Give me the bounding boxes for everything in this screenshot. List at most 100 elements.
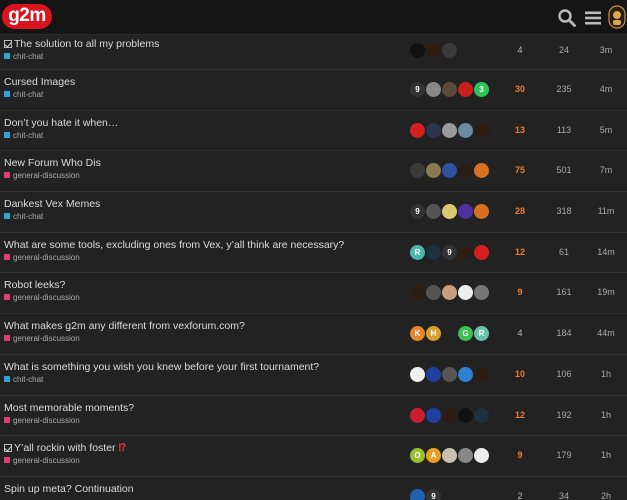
poster-avatar[interactable] — [426, 82, 441, 97]
category-badge[interactable]: chit-chat — [4, 52, 43, 61]
topic-row[interactable]: Most memorable moments? general-discussio… — [0, 396, 627, 437]
poster-avatar[interactable] — [426, 122, 441, 138]
category-badge[interactable]: chit-chat — [4, 131, 43, 140]
topic-row[interactable]: Y’all rockin with foster ⁉ general-discus… — [0, 436, 627, 477]
poster-avatar[interactable] — [442, 204, 457, 220]
poster-avatar[interactable] — [458, 244, 473, 260]
poster-avatar[interactable] — [410, 366, 425, 382]
last-activity[interactable]: 1h — [590, 450, 622, 460]
category-badge[interactable]: general-discussion — [4, 456, 80, 465]
poster-avatar[interactable] — [442, 448, 457, 464]
poster-avatar[interactable] — [474, 244, 489, 260]
last-activity[interactable]: 2h — [590, 491, 622, 500]
topic-title-link[interactable]: Cursed Images — [4, 76, 75, 88]
search-icon[interactable] — [557, 8, 577, 28]
poster-avatar[interactable] — [426, 204, 441, 220]
topic-row[interactable]: What makes g2m any different from vexfor… — [0, 314, 627, 355]
last-activity[interactable]: 7m — [590, 165, 622, 175]
topic-title-link[interactable]: Robot leeks? — [4, 279, 65, 291]
poster-avatar[interactable]: A — [426, 448, 441, 464]
poster-avatar[interactable] — [442, 407, 457, 423]
poster-avatar[interactable] — [474, 163, 489, 179]
topic-title-link[interactable]: Most memorable moments? — [4, 402, 134, 414]
poster-avatar[interactable] — [410, 407, 425, 423]
poster-avatar[interactable]: 9 — [410, 82, 425, 97]
poster-avatar[interactable] — [458, 366, 473, 382]
poster-avatar[interactable] — [410, 122, 425, 138]
poster-avatar[interactable] — [426, 244, 441, 260]
poster-avatar[interactable] — [458, 285, 473, 301]
topic-title-link[interactable]: Y’all rockin with foster ⁉ — [4, 442, 126, 454]
topic-row[interactable]: Don’t you hate it when… chit-chat 13 113 5m — [0, 111, 627, 152]
poster-avatar[interactable] — [426, 43, 441, 58]
last-activity[interactable]: 14m — [590, 247, 622, 257]
topic-row[interactable]: What are some tools, excluding ones from… — [0, 233, 627, 274]
topic-title-link[interactable]: Spin up meta? Continuation — [4, 483, 134, 495]
last-activity[interactable]: 4m — [590, 84, 622, 94]
poster-avatar[interactable] — [474, 204, 489, 220]
last-activity[interactable]: 1h — [590, 410, 622, 420]
poster-avatar[interactable] — [426, 407, 441, 423]
poster-avatar[interactable] — [474, 122, 489, 138]
poster-avatar[interactable] — [458, 82, 473, 97]
poster-avatar[interactable] — [426, 285, 441, 301]
poster-avatar[interactable] — [474, 407, 489, 423]
poster-avatar[interactable]: H — [426, 326, 441, 342]
category-badge[interactable]: general-discussion — [4, 293, 80, 302]
category-badge[interactable]: chit-chat — [4, 375, 43, 384]
poster-avatar[interactable] — [458, 448, 473, 464]
poster-avatar[interactable]: G — [458, 326, 473, 342]
last-activity[interactable]: 44m — [590, 328, 622, 338]
poster-avatar[interactable] — [442, 285, 457, 301]
topic-row[interactable]: New Forum Who Dis general-discussion 75 501… — [0, 151, 627, 193]
poster-avatar[interactable] — [410, 488, 425, 500]
poster-avatar[interactable] — [426, 163, 441, 179]
topic-row[interactable]: What is something you wish you knew befo… — [0, 355, 627, 396]
category-badge[interactable]: general-discussion — [4, 334, 80, 343]
poster-avatar[interactable] — [442, 326, 457, 342]
topic-row[interactable]: Spin up meta? Continuation 9 2 34 2h — [0, 477, 627, 500]
category-badge[interactable]: general-discussion — [4, 253, 80, 262]
poster-avatar[interactable] — [442, 82, 457, 97]
poster-avatar[interactable]: R — [474, 326, 489, 342]
last-activity[interactable]: 19m — [590, 287, 622, 297]
poster-avatar[interactable] — [458, 407, 473, 423]
poster-avatar[interactable]: 3 — [474, 82, 489, 97]
topic-title-link[interactable]: What is something you wish you knew befo… — [4, 361, 319, 373]
poster-avatar[interactable] — [426, 366, 441, 382]
topic-row[interactable]: Dankest Vex Memes chit-chat 9 28 318 11m — [0, 192, 627, 233]
poster-avatar[interactable]: 9 — [442, 244, 457, 260]
topic-row[interactable]: Robot leeks? general-discussion 9 161 19m — [0, 273, 627, 315]
poster-avatar[interactable] — [458, 204, 473, 220]
poster-avatar[interactable] — [474, 285, 489, 301]
poster-avatar[interactable] — [442, 163, 457, 179]
category-badge[interactable]: chit-chat — [4, 90, 43, 99]
topic-row[interactable]: Cursed Images chit-chat 9 3 30 235 4m — [0, 70, 627, 111]
poster-avatar[interactable] — [442, 43, 457, 58]
category-badge[interactable]: chit-chat — [4, 212, 43, 221]
poster-avatar[interactable] — [410, 285, 425, 301]
poster-avatar[interactable]: 9 — [426, 488, 441, 500]
category-badge[interactable]: general-discussion — [4, 171, 80, 180]
last-activity[interactable]: 11m — [590, 206, 622, 216]
poster-avatar[interactable] — [458, 122, 473, 138]
user-avatar[interactable] — [608, 5, 626, 29]
poster-avatar[interactable] — [410, 43, 425, 58]
topic-title-link[interactable]: New Forum Who Dis — [4, 157, 101, 169]
poster-avatar[interactable]: R — [410, 244, 425, 260]
last-activity[interactable]: 1h — [590, 369, 622, 379]
poster-avatar[interactable] — [458, 163, 473, 179]
poster-avatar[interactable] — [442, 366, 457, 382]
poster-avatar[interactable]: K — [410, 326, 425, 342]
last-activity[interactable]: 3m — [590, 45, 622, 55]
site-logo[interactable]: g2m — [2, 4, 52, 29]
topic-title-link[interactable]: What are some tools, excluding ones from… — [4, 239, 344, 251]
category-badge[interactable]: general-discussion — [4, 416, 80, 425]
poster-avatar[interactable] — [474, 366, 489, 382]
poster-avatar[interactable] — [442, 122, 457, 138]
topic-title-link[interactable]: Dankest Vex Memes — [4, 198, 100, 210]
hamburger-menu-icon[interactable] — [583, 8, 603, 28]
last-activity[interactable]: 5m — [590, 125, 622, 135]
poster-avatar[interactable] — [410, 163, 425, 179]
poster-avatar[interactable]: 9 — [410, 204, 425, 220]
